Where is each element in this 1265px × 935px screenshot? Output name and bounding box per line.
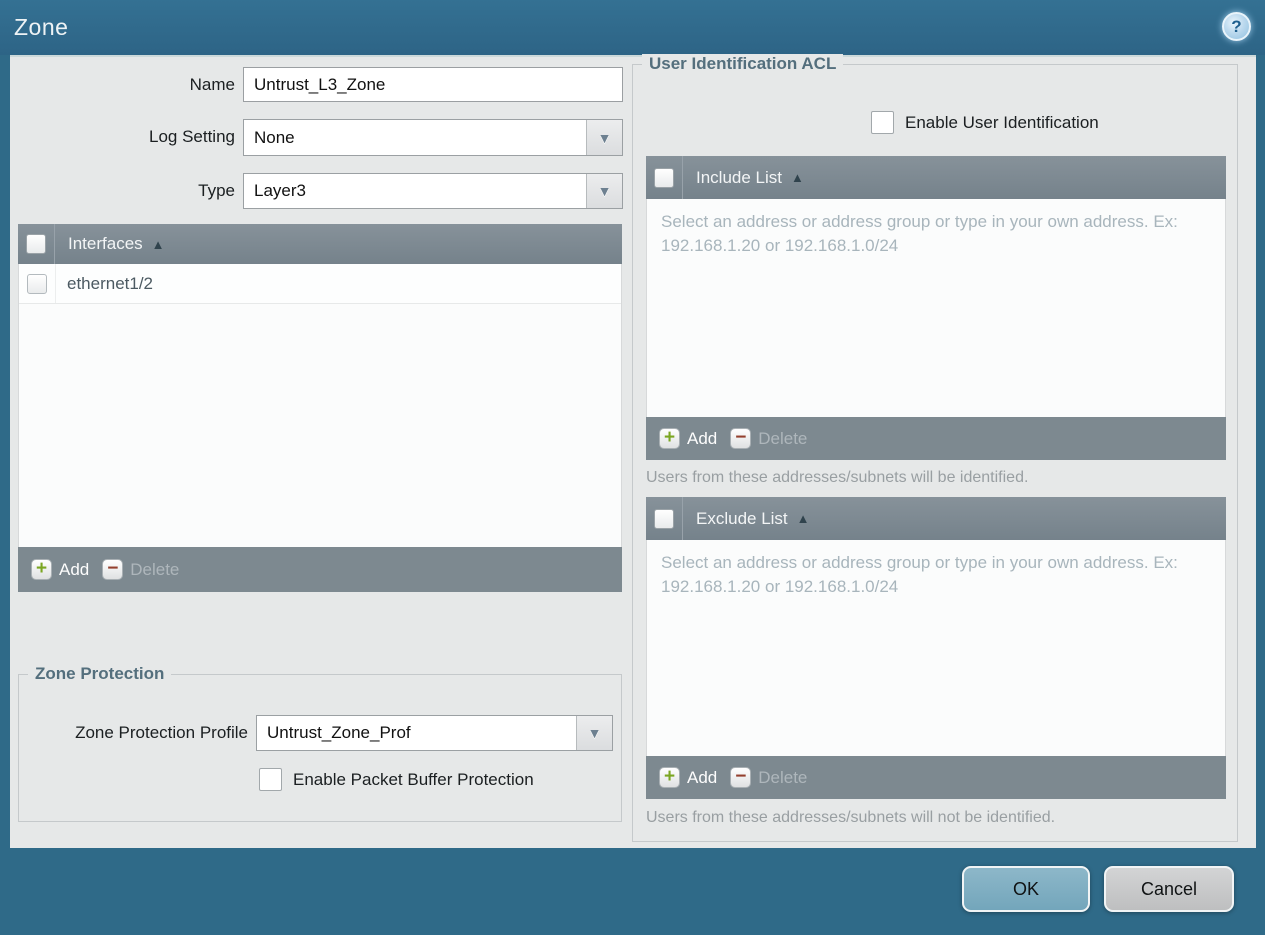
delete-button-label: Delete [758,767,808,787]
dialog-title: Zone [14,14,69,40]
help-icon[interactable]: ? [1222,12,1251,41]
interface-row-checkbox[interactable] [27,273,47,294]
interfaces-delete-button[interactable]: − Delete [102,559,179,580]
delete-button-label: Delete [758,428,808,448]
include-list-footer: + Add − Delete [646,417,1226,460]
plus-icon: + [659,428,680,449]
cancel-button-label: Cancel [1140,878,1198,899]
include-select-all-cell [646,156,683,199]
ok-button-label: OK [1012,878,1039,899]
interfaces-header-label: Interfaces [68,234,143,253]
interfaces-select-all-cell [18,224,55,264]
interfaces-table-body: ethernet1/2 [18,264,622,547]
sort-asc-icon: ▲ [791,170,804,185]
dialog-titlebar: Zone ? [0,0,1265,55]
type-dropdown[interactable]: Layer3 ▼ [243,173,623,209]
log-setting-value: None [254,127,295,147]
add-button-label: Add [687,767,718,787]
interfaces-table-header[interactable]: Interfaces ▲ [18,224,622,264]
zone-protection-fieldset: Zone Protection Zone Protection Profile … [18,664,622,822]
include-delete-button[interactable]: − Delete [730,428,807,449]
minus-icon: − [102,559,124,580]
exclude-delete-button[interactable]: − Delete [730,767,807,788]
cancel-button[interactable]: Cancel [1104,866,1234,912]
chevron-down-icon: ▼ [597,129,612,146]
row-separator [55,264,56,303]
interface-name: ethernet1/2 [67,273,154,293]
log-setting-dropdown[interactable]: None ▼ [243,119,623,156]
include-add-button[interactable]: + Add [659,428,717,449]
sort-asc-icon: ▲ [796,511,810,526]
plus-icon: + [659,767,680,788]
include-list-header[interactable]: Include List ▲ [646,156,1226,199]
include-select-all-checkbox[interactable] [654,167,674,188]
ok-button[interactable]: OK [962,866,1090,912]
log-setting-dropdown-trigger[interactable]: ▼ [586,120,622,155]
user-identification-fieldset: User Identification ACL Enable User Iden… [632,54,1238,842]
include-list-body[interactable]: Select an address or address group or ty… [646,199,1226,417]
minus-icon: − [730,428,752,449]
include-list-caption: Users from these addresses/subnets will … [646,469,1029,486]
zone-protection-profile-label: Zone Protection Profile [75,723,248,742]
exclude-select-all-cell [646,497,683,540]
include-list-label: Include List [696,167,782,187]
delete-button-label: Delete [130,559,180,579]
interfaces-table-footer: + Add − Delete [18,547,622,592]
exclude-select-all-checkbox[interactable] [654,508,674,529]
packet-buffer-label: Enable Packet Buffer Protection [293,770,534,789]
sort-asc-icon: ▲ [151,236,165,252]
name-input[interactable] [243,67,623,102]
chevron-down-icon: ▼ [597,183,612,199]
packet-buffer-checkbox[interactable] [259,768,282,791]
type-label: Type [198,181,235,200]
log-setting-label: Log Setting [148,127,235,146]
exclude-list-header[interactable]: Exclude List ▲ [646,497,1226,540]
dialog-body: Name Log Setting None ▼ Type Layer3 ▼ In… [10,54,1256,848]
exclude-add-button[interactable]: + Add [659,767,717,788]
exclude-list-body[interactable]: Select an address or address group or ty… [646,540,1226,756]
plus-icon: + [31,559,52,580]
zone-protection-profile-trigger[interactable]: ▼ [576,716,612,750]
exclude-list-caption: Users from these addresses/subnets will … [646,809,1056,826]
add-button-label: Add [687,428,718,448]
type-value: Layer3 [254,181,306,200]
enable-user-identification-label: Enable User Identification [905,113,1099,132]
exclude-list-placeholder: Select an address or address group or ty… [661,553,1178,597]
user-identification-legend: User Identification ACL [642,54,844,74]
enable-user-identification-checkbox[interactable] [871,111,894,134]
table-row[interactable]: ethernet1/2 [19,264,621,304]
zone-protection-profile-value: Untrust_Zone_Prof [267,723,411,742]
chevron-down-icon: ▼ [587,725,602,741]
exclude-list-footer: + Add − Delete [646,756,1226,799]
minus-icon: − [730,767,752,788]
zone-dialog: { "dialog": { "title": "Zone" }, "icons"… [0,0,1265,935]
zone-protection-profile-dropdown[interactable]: Untrust_Zone_Prof ▼ [256,715,613,751]
type-dropdown-trigger[interactable]: ▼ [586,174,622,208]
zone-protection-legend: Zone Protection [28,664,172,684]
name-label: Name [189,75,235,94]
question-mark-glyph: ? [1231,16,1242,36]
include-list-placeholder: Select an address or address group or ty… [661,212,1178,256]
exclude-list-label: Exclude List [696,508,788,528]
interfaces-select-all-checkbox[interactable] [26,234,46,254]
add-button-label: Add [59,559,90,579]
interfaces-add-button[interactable]: + Add [31,559,89,580]
